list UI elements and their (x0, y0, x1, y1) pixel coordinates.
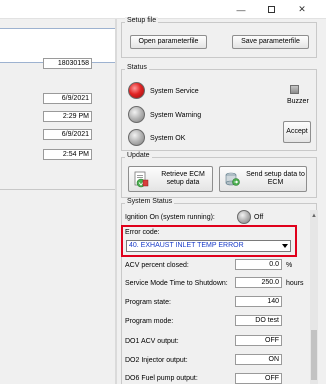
retrieve-data-icon (132, 170, 150, 188)
program-mode-value[interactable]: DO test (235, 315, 282, 326)
ignition-value: Off (254, 214, 264, 221)
program-state-value[interactable]: 140 (235, 296, 282, 307)
acv-percent-label: ACV percent closed: (125, 262, 189, 269)
maximize-icon (267, 6, 275, 13)
error-code-value: 40. EXHAUST INLET TEMP ERROR (129, 242, 244, 249)
program-mode-label: Program mode: (125, 318, 174, 325)
setup-file-title: Setup file (125, 17, 159, 24)
left-divider (0, 189, 117, 190)
minimize-button[interactable]: — (228, 0, 254, 19)
retrieve-ecm-setup-button[interactable]: Retrieve ECM setup data (128, 166, 213, 192)
minimize-icon: — (236, 4, 246, 15)
do1-acv-value[interactable]: OFF (235, 335, 282, 346)
do2-injector-label: DO2 Injector output: (125, 357, 188, 364)
vertical-scrollbar[interactable]: ▲ (310, 210, 318, 384)
buzzer-label: Buzzer (287, 98, 309, 105)
program-state-label: Program state: (125, 299, 171, 306)
ignition-label: Ignition On (system running): (125, 214, 215, 221)
system-warning-light (128, 106, 145, 123)
system-service-light (128, 82, 145, 99)
close-icon: ✕ (298, 4, 306, 14)
system-ok-light (128, 129, 145, 146)
acv-percent-unit: % (286, 262, 293, 269)
service-time-value[interactable]: 250.0 (235, 277, 282, 288)
accept-button[interactable]: Accept (283, 121, 311, 143)
close-button[interactable]: ✕ (289, 0, 315, 19)
maximize-button[interactable] (258, 0, 284, 19)
system-ok-label: System OK (150, 135, 186, 142)
serial-number-field[interactable]: 18030158 (43, 58, 92, 69)
system-status-title: System Status (125, 198, 175, 205)
service-time-label: Service Mode Time to Shutdown: (125, 280, 228, 287)
title-bar: — ✕ (0, 0, 326, 19)
do2-injector-value[interactable]: ON (235, 354, 282, 365)
update-title: Update (125, 152, 152, 159)
status-title: Status (125, 64, 149, 71)
time-field-2[interactable]: 2:54 PM (43, 149, 92, 160)
send-data-icon (223, 170, 241, 188)
left-panel: 18030158 6/9/2021 2:29 PM 6/9/2021 2:54 … (0, 19, 117, 384)
scrollbar-thumb[interactable] (311, 330, 317, 380)
do1-acv-label: DO1 ACV output: (125, 338, 179, 345)
chevron-down-icon (282, 244, 288, 248)
service-time-unit: hours (286, 280, 304, 287)
acv-percent-value[interactable]: 0.0 (235, 259, 282, 270)
system-service-label: System Service (150, 88, 199, 95)
system-warning-label: System Warning (150, 112, 202, 119)
scroll-up-icon[interactable]: ▲ (310, 212, 318, 220)
date-field-1[interactable]: 6/9/2021 (43, 93, 92, 104)
do6-fuel-pump-label: DO6 Fuel pump output: (125, 375, 198, 382)
date-field-2[interactable]: 6/9/2021 (43, 129, 92, 140)
ignition-indicator (237, 210, 251, 224)
retrieve-ecm-setup-label: Retrieve ECM setup data (161, 171, 205, 186)
send-setup-data-button[interactable]: Send setup data to ECM (219, 166, 307, 192)
buzzer-indicator (290, 85, 299, 94)
open-parameterfile-button[interactable]: Open parameterfile (130, 35, 207, 49)
error-code-label: Error code: (125, 229, 160, 236)
do6-fuel-pump-value[interactable]: OFF (235, 373, 282, 384)
left-panel-scrollbar[interactable] (115, 19, 117, 384)
error-code-select[interactable]: 40. EXHAUST INLET TEMP ERROR (126, 240, 291, 252)
send-setup-data-label: Send setup data to ECM (246, 171, 305, 186)
time-field-1[interactable]: 2:29 PM (43, 111, 92, 122)
save-parameterfile-button[interactable]: Save parameterfile (232, 35, 309, 49)
